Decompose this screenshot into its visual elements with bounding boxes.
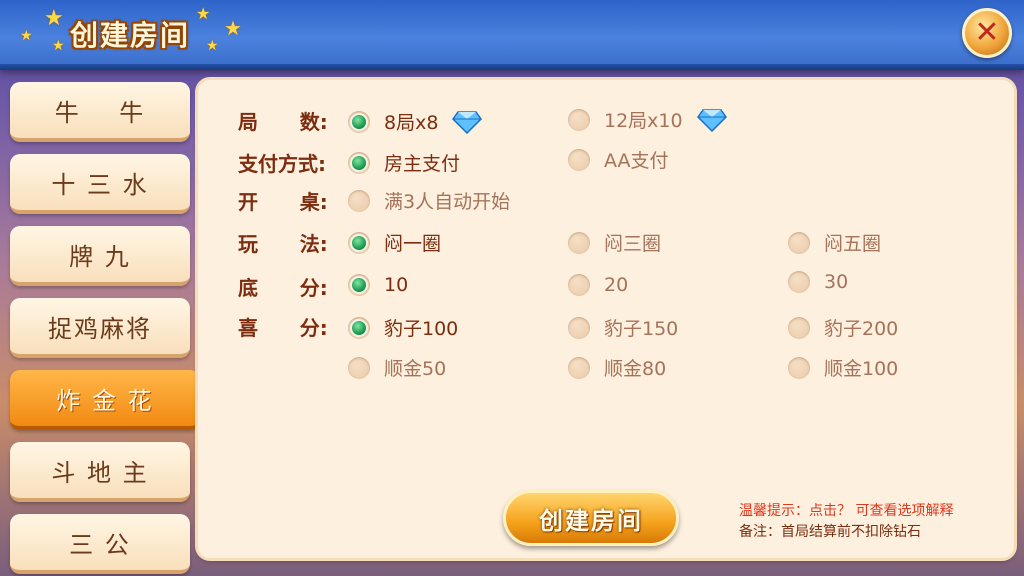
option-label: 豹子100 (384, 318, 459, 340)
page-title: 创建房间 (70, 19, 191, 52)
option-label: 顺金50 (384, 358, 447, 380)
bonus-option-shunjin-100[interactable]: 顺金100 (788, 354, 898, 381)
base-label: 底 分: (238, 276, 328, 300)
tab-zhajinhua[interactable]: 炸 金 花 (10, 370, 200, 430)
play-option-3[interactable]: 闷三圈 (568, 229, 661, 256)
base-option-30[interactable]: 30 (788, 271, 848, 293)
tab-label: 三 公 (69, 530, 131, 559)
radio-icon (788, 316, 810, 339)
option-label: 8局x8 (384, 112, 439, 134)
radio-icon (568, 148, 590, 171)
star-icon: ★ (20, 28, 33, 44)
radio-icon (348, 151, 370, 174)
close-icon: ✕ (974, 15, 1000, 50)
diamond-icon (696, 108, 727, 132)
option-label: 房主支付 (384, 153, 461, 175)
tip-hint: 温馨提示：点击？ 可查看选项解释 (739, 503, 954, 519)
option-label: 满3人自动开始 (384, 191, 511, 213)
base-option-10[interactable]: 10 (348, 274, 408, 296)
radio-icon (568, 231, 590, 254)
tab-label: 十 三 水 (51, 170, 149, 199)
tab-label: 牛 牛 (54, 98, 146, 127)
option-label: 顺金100 (824, 358, 899, 380)
bonus-option-baozi-100[interactable]: 豹子100 (348, 314, 458, 341)
radio-icon (348, 231, 370, 254)
payment-option-owner[interactable]: 房主支付 (348, 149, 460, 176)
play-label: 玩 法: (238, 232, 328, 256)
radio-icon (788, 271, 810, 293)
option-label: 30 (824, 271, 849, 293)
option-label: 20 (604, 274, 629, 296)
rounds-label: 局 数: (238, 110, 328, 134)
bonus-option-baozi-200[interactable]: 豹子200 (788, 314, 898, 341)
option-label: 12局x10 (604, 110, 683, 132)
star-icon: ★ (206, 38, 219, 54)
tab-sangong[interactable]: 三 公 (10, 514, 190, 574)
option-label: 豹子200 (824, 318, 899, 340)
diamond-icon (452, 110, 483, 134)
bonus-option-shunjin-50[interactable]: 顺金50 (348, 354, 446, 381)
option-label: 10 (384, 274, 409, 296)
bonus-option-shunjin-80[interactable]: 顺金80 (568, 354, 666, 381)
rounds-option-12[interactable]: 12局x10 (568, 106, 727, 133)
top-bar: ★ ★ ★ ★ ★ ★ 创建房间 ✕ (0, 0, 1024, 70)
option-label: 闷三圈 (604, 233, 662, 255)
rounds-option-8[interactable]: 8局x8 (348, 108, 483, 135)
star-icon: ★ (44, 6, 64, 31)
radio-icon (568, 316, 590, 339)
tab-zhuoji-majiang[interactable]: 捉鸡麻将 (10, 298, 190, 358)
play-option-5[interactable]: 闷五圈 (788, 229, 881, 256)
tab-label: 捉鸡麻将 (48, 314, 152, 343)
tab-paijiu[interactable]: 牌 九 (10, 226, 190, 286)
tab-doudizhu[interactable]: 斗 地 主 (10, 442, 190, 502)
radio-icon (348, 316, 370, 339)
base-option-20[interactable]: 20 (568, 274, 628, 296)
star-icon: ★ (52, 38, 65, 54)
option-label: 豹子150 (604, 318, 679, 340)
radio-icon (568, 108, 590, 131)
tab-shisanshui[interactable]: 十 三 水 (10, 154, 190, 214)
radio-icon (348, 110, 370, 133)
radio-icon (788, 356, 810, 379)
tab-label: 斗 地 主 (51, 458, 149, 487)
play-option-1[interactable]: 闷一圈 (348, 229, 441, 256)
tab-label: 炸 金 花 (56, 386, 154, 415)
game-tabs: 牛 牛 十 三 水 牌 九 捉鸡麻将 炸 金 花 斗 地 主 三 公 (0, 70, 200, 576)
tab-niuniu[interactable]: 牛 牛 (10, 82, 190, 142)
radio-icon (348, 274, 370, 296)
payment-option-aa[interactable]: AA支付 (568, 146, 669, 173)
radio-icon (348, 189, 370, 212)
payment-label: 支付方式: (238, 152, 326, 176)
option-label: 顺金80 (604, 358, 667, 380)
option-label: 闷五圈 (824, 233, 882, 255)
radio-icon (788, 231, 810, 254)
close-button[interactable]: ✕ (962, 8, 1012, 58)
star-icon: ★ (196, 4, 211, 23)
tip-note: 备注：首局结算前不扣除钻石 (739, 524, 921, 540)
settings-panel: 局 数: 8局x8 12局x10 支付方式: 房主支付 AA支付 开 桌: 满3… (198, 80, 1014, 558)
radio-icon (568, 274, 590, 296)
start-option-auto[interactable]: 满3人自动开始 (348, 187, 510, 214)
radio-icon (348, 356, 370, 379)
radio-icon (568, 356, 590, 379)
tab-label: 牌 九 (69, 242, 131, 271)
start-label: 开 桌: (238, 190, 328, 214)
option-label: 闷一圈 (384, 233, 442, 255)
option-label: AA支付 (604, 150, 669, 172)
create-room-button[interactable]: 创建房间 (503, 490, 679, 546)
bonus-option-baozi-150[interactable]: 豹子150 (568, 314, 678, 341)
star-icon: ★ (224, 16, 242, 40)
bonus-label: 喜 分: (238, 316, 328, 340)
